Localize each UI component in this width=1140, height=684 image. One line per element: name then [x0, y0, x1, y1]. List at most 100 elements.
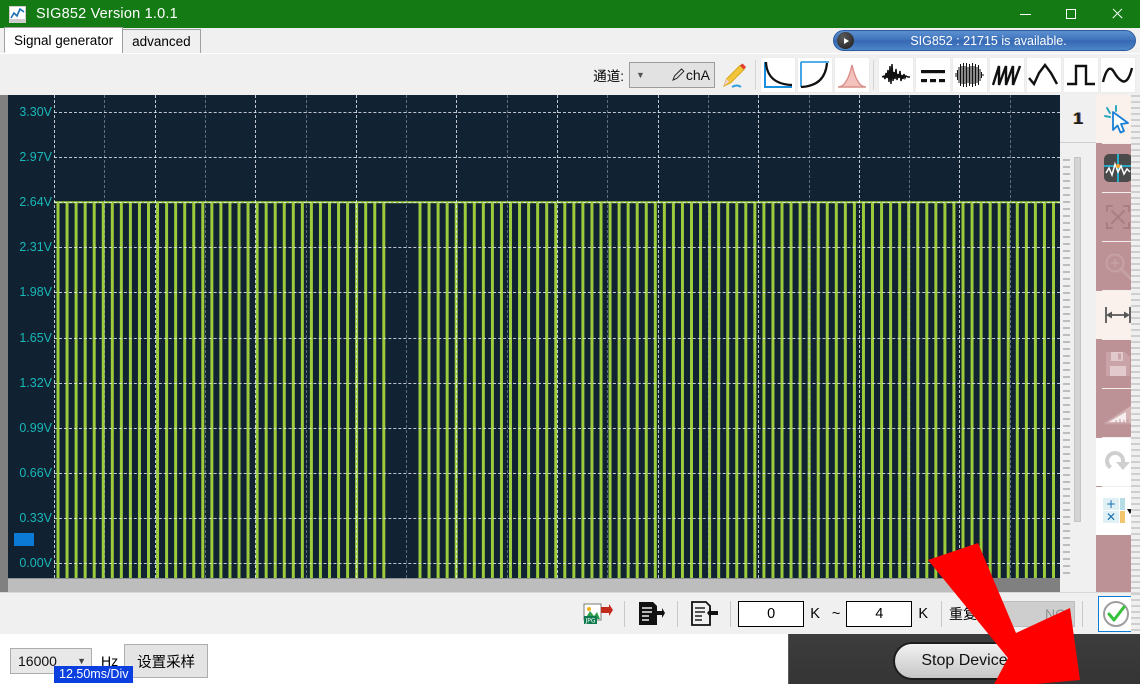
maximize-button[interactable]	[1048, 0, 1094, 28]
grid-line-vertical	[959, 95, 960, 578]
grid-line-vertical	[456, 95, 457, 578]
sawtooth-waveform-button[interactable]	[989, 57, 1025, 93]
svg-text:✕: ✕	[1106, 510, 1116, 524]
scrollbar-thumb[interactable]	[8, 579, 978, 593]
grid-line-vertical	[205, 95, 206, 578]
channel-number-indicator: 1	[1060, 95, 1096, 143]
sine-waveform-button[interactable]	[1100, 57, 1136, 93]
export-data-button[interactable]	[632, 597, 670, 631]
y-axis-tick: 1.98V	[19, 285, 52, 299]
control-bar-scrollbar[interactable]	[1131, 593, 1140, 635]
range-start-input[interactable]: 0	[738, 601, 804, 627]
window-controls	[1002, 0, 1140, 28]
grid-line-vertical	[859, 95, 860, 578]
horizontal-scrollbar[interactable]	[8, 578, 978, 592]
window-title: SIG852 Version 1.0.1	[36, 6, 178, 22]
confirm-check-button[interactable]	[1098, 596, 1134, 632]
channel-value-group: chA	[672, 67, 710, 83]
right-panel-scrollbar[interactable]	[1131, 95, 1140, 592]
repeat-label: 重复	[949, 604, 977, 624]
scroll-position-thumb[interactable]	[14, 533, 34, 546]
tab-advanced[interactable]: advanced	[122, 29, 201, 53]
y-axis-tick: 0.66V	[19, 466, 52, 480]
repeat-value: NO	[1045, 606, 1066, 622]
channel-label: 通道:	[593, 65, 624, 85]
sample-rate-value: 16000	[18, 653, 57, 669]
plot-area: 3.30V2.97V2.64V2.31V1.98V1.65V1.32V0.99V…	[0, 95, 1140, 592]
toolbar-divider	[873, 60, 874, 90]
right-tool-panel: + ✕	[1096, 95, 1140, 592]
y-axis-tick: 0.33V	[19, 511, 52, 525]
grid-line-horizontal	[54, 473, 1060, 474]
pencil-edit-button[interactable]	[716, 57, 752, 93]
grid-line-vertical	[909, 95, 910, 578]
grid-line-vertical	[155, 95, 156, 578]
channel-value: chA	[686, 67, 710, 83]
stop-device-label: Stop Device	[921, 652, 1007, 670]
exp-decay-waveform-button[interactable]	[760, 57, 796, 93]
title-bar: SIG852 Version 1.0.1	[0, 0, 1140, 28]
grid-line-horizontal	[54, 292, 1060, 293]
svg-text:+: +	[1106, 497, 1116, 511]
y-axis-tick: 2.64V	[19, 195, 52, 209]
noise-waveform-button[interactable]	[878, 57, 914, 93]
y-axis-tick: 0.00V	[19, 556, 52, 570]
app-icon	[9, 6, 26, 23]
minimize-button[interactable]	[1002, 0, 1048, 28]
y-axis-tick: 2.31V	[19, 240, 52, 254]
dc-dash-waveform-button[interactable]	[915, 57, 951, 93]
slider-ticks	[1063, 159, 1070, 578]
grid-line-horizontal	[54, 247, 1060, 248]
range-end-unit: K	[918, 606, 928, 622]
grid-line-vertical	[557, 95, 558, 578]
chevron-down-icon: ▼	[990, 609, 999, 619]
pencil-icon	[672, 68, 685, 81]
grid-line-vertical	[658, 95, 659, 578]
set-sample-button[interactable]: 设置采样	[124, 644, 208, 678]
y-axis-tick: 1.32V	[19, 376, 52, 390]
import-data-button[interactable]	[685, 597, 723, 631]
slider-track[interactable]	[1074, 157, 1081, 522]
range-end-input[interactable]: 4	[846, 601, 912, 627]
tab-label: Signal generator	[14, 33, 113, 48]
grid-line-horizontal	[54, 383, 1060, 384]
y-axis-tick: 1.65V	[19, 331, 52, 345]
vertical-slider-panel[interactable]	[1060, 143, 1096, 592]
close-button[interactable]	[1094, 0, 1140, 28]
notification-banner[interactable]: SIG852 : 21715 is available.	[833, 30, 1136, 51]
range-separator: ~	[832, 606, 840, 622]
footer-bar: 16000 ▼ Hz 设置采样 Stop Device	[0, 634, 1140, 684]
grid-line-vertical	[54, 95, 55, 578]
grid-line-vertical	[255, 95, 256, 578]
range-start-unit: K	[810, 606, 820, 622]
grid-line-vertical	[406, 95, 407, 578]
channel-select[interactable]: ▼ chA	[629, 62, 715, 88]
grid-line-vertical	[507, 95, 508, 578]
grid-line-vertical	[104, 95, 105, 578]
square-waveform-button[interactable]	[1063, 57, 1099, 93]
waveform-canvas[interactable]	[54, 95, 1060, 578]
grid-line-vertical	[356, 95, 357, 578]
time-per-division-label: 12.50ms/Div	[54, 666, 133, 683]
am-burst-waveform-button[interactable]	[952, 57, 988, 93]
grid-line-vertical	[708, 95, 709, 578]
control-bar: JPG 0 K ~ 4 K 重复 ▼ NO	[0, 592, 1140, 634]
tab-signal-generator[interactable]: Signal generator	[4, 27, 123, 53]
grid-line-vertical	[758, 95, 759, 578]
exp-rise-waveform-button[interactable]	[797, 57, 833, 93]
stop-device-button[interactable]: Stop Device	[893, 642, 1037, 680]
chevron-down-icon: ▼	[636, 70, 645, 80]
tab-label: advanced	[132, 34, 191, 49]
gaussian-waveform-button[interactable]	[834, 57, 870, 93]
device-panel: Stop Device	[788, 634, 1140, 684]
repeat-select[interactable]: ▼ NO	[983, 601, 1075, 627]
y-axis-tick: 2.97V	[19, 150, 52, 164]
set-sample-label: 设置采样	[137, 651, 195, 672]
tab-bar: Signal generator advanced SIG852 : 21715…	[0, 28, 1140, 54]
waveform-toolbar: 通道: ▼ chA	[0, 54, 1140, 95]
export-jpg-button[interactable]: JPG	[579, 597, 617, 631]
grid-line-vertical	[1010, 95, 1011, 578]
triangle-waveform-button[interactable]	[1026, 57, 1062, 93]
grid-line-horizontal	[54, 338, 1060, 339]
grid-line-vertical	[306, 95, 307, 578]
